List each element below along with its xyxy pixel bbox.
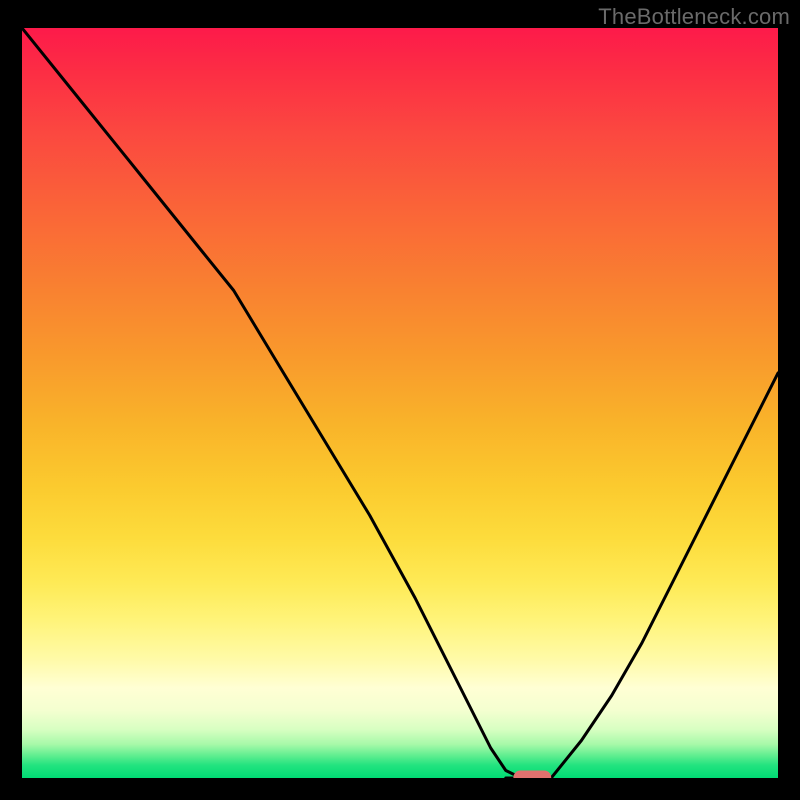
right-ascending-curve	[551, 373, 778, 778]
left-descending-curve	[22, 28, 521, 778]
optimal-marker	[513, 771, 551, 779]
curve-layer	[22, 28, 778, 778]
plot-area	[22, 28, 778, 778]
watermark-label: TheBottleneck.com	[598, 4, 790, 30]
chart-frame: TheBottleneck.com	[0, 0, 800, 800]
